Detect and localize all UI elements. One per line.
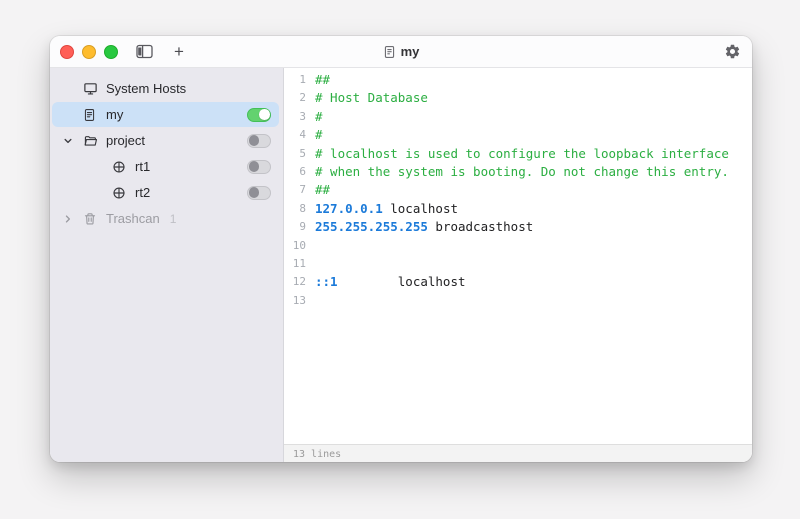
token-ip: 255.255.255.255	[315, 219, 428, 234]
token-plain: broadcasthost	[428, 219, 533, 234]
sidebar-item-project[interactable]: project	[52, 128, 279, 153]
app-window: + my System Hostsmyprojectrt	[50, 36, 752, 462]
sidebar-item-label: System Hosts	[106, 81, 186, 96]
editor-line[interactable]: 12::1 localhost	[284, 273, 752, 291]
close-button[interactable]	[60, 45, 74, 59]
window-content: System Hostsmyprojectrt1rt2Trashcan1 1##…	[50, 68, 752, 462]
editor-line[interactable]: 1 ##	[284, 71, 752, 89]
minimize-button[interactable]	[82, 45, 96, 59]
trashcan-count: 1	[170, 212, 177, 226]
hosts-enabled-toggle[interactable]	[247, 134, 271, 148]
line-content: # localhost is used to configure the loo…	[315, 145, 729, 163]
editor-line[interactable]: 11	[284, 255, 752, 273]
globe-icon	[112, 160, 129, 174]
token-comment: ##	[315, 182, 330, 197]
line-number: 3	[284, 108, 306, 126]
editor-line[interactable]: 8 127.0.0.1 localhost	[284, 200, 752, 218]
toggle-knob	[249, 187, 260, 198]
hosts-enabled-toggle[interactable]	[247, 160, 271, 174]
hosts-enabled-toggle[interactable]	[247, 108, 271, 122]
line-number: 9	[284, 218, 306, 236]
gear-icon	[724, 43, 741, 60]
line-number: 2	[284, 89, 306, 107]
window-title-group: my	[50, 36, 752, 67]
editor-line[interactable]: 13	[284, 292, 752, 310]
line-content: ##	[315, 181, 330, 199]
sidebar-item-my[interactable]: my	[52, 102, 279, 127]
editor-pane: 1##2# Host Database3#4#5# localhost is u…	[284, 68, 752, 462]
editor-line[interactable]: 2 # Host Database	[284, 89, 752, 107]
editor-line[interactable]: 7 ##	[284, 181, 752, 199]
document-icon	[383, 45, 396, 59]
token-comment: ##	[315, 72, 330, 87]
sidebar-item-trashcan[interactable]: Trashcan 1	[52, 206, 279, 231]
line-content: # Host Database	[315, 89, 428, 107]
chevron-right-icon[interactable]	[62, 213, 83, 225]
token-comment: # localhost is used to configure the loo…	[315, 146, 729, 161]
sidebar-item-rt2[interactable]: rt2	[52, 180, 279, 205]
token-comment: # Host Database	[315, 90, 428, 105]
globe-icon	[112, 186, 129, 200]
trash-icon	[83, 212, 100, 226]
editor-line[interactable]: 5 # localhost is used to configure the lo…	[284, 145, 752, 163]
settings-button[interactable]	[723, 42, 742, 61]
line-number: 4	[284, 126, 306, 144]
line-number: 1	[284, 71, 306, 89]
monitor-icon	[83, 81, 100, 96]
sidebar-item-rt1[interactable]: rt1	[52, 154, 279, 179]
line-number: 5	[284, 145, 306, 163]
fullscreen-button[interactable]	[104, 45, 118, 59]
statusbar: 13 lines	[284, 444, 752, 462]
sidebar-item-label: rt2	[135, 185, 150, 200]
line-content: #	[315, 126, 323, 144]
line-content: #	[315, 108, 323, 126]
token-ip: 127.0.0.1	[315, 201, 383, 216]
line-content: 255.255.255.255 broadcasthost	[315, 218, 533, 236]
line-number: 13	[284, 292, 306, 310]
token-plain: localhost	[383, 201, 458, 216]
line-content: # when the system is booting. Do not cha…	[315, 163, 729, 181]
token-ip: ::1	[315, 274, 338, 289]
line-number: 10	[284, 237, 306, 255]
line-content: ##	[315, 71, 330, 89]
line-number: 8	[284, 200, 306, 218]
sidebar-item-label: rt1	[135, 159, 150, 174]
sidebar-toggle-icon	[136, 44, 153, 59]
toggle-knob	[259, 109, 270, 120]
toggle-knob	[249, 135, 260, 146]
sidebar-item-system-hosts[interactable]: System Hosts	[52, 76, 279, 101]
add-hosts-button[interactable]: +	[170, 43, 188, 61]
token-comment: #	[315, 109, 323, 124]
toggle-knob	[249, 161, 260, 172]
sidebar-item-label: my	[106, 107, 123, 122]
editor-line[interactable]: 3#	[284, 108, 752, 126]
editor-lines[interactable]: 1##2# Host Database3#4#5# localhost is u…	[284, 68, 752, 444]
titlebar: + my	[50, 36, 752, 68]
sidebar-item-label: Trashcan	[106, 211, 160, 226]
sidebar: System Hosts my project rt1 rt2 Trashcan 1	[50, 68, 284, 462]
traffic-lights	[50, 45, 118, 59]
desktop-background: + my System Hostsmyprojectrt	[0, 0, 800, 519]
line-number: 7	[284, 181, 306, 199]
line-number: 6	[284, 163, 306, 181]
token-comment: #	[315, 127, 323, 142]
line-number: 11	[284, 255, 306, 273]
editor-line[interactable]: 10	[284, 237, 752, 255]
editor-line[interactable]: 6 # when the system is booting. Do not ch…	[284, 163, 752, 181]
line-content: ::1 localhost	[315, 273, 466, 291]
folder-icon	[83, 134, 100, 148]
sidebar-item-label: project	[106, 133, 145, 148]
toggle-sidebar-button[interactable]	[134, 43, 154, 61]
hosts-enabled-toggle[interactable]	[247, 186, 271, 200]
editor-line[interactable]: 4#	[284, 126, 752, 144]
chevron-down-icon[interactable]	[62, 135, 83, 147]
line-count-label: 13 lines	[293, 449, 341, 460]
window-title: my	[401, 44, 420, 59]
token-comment: # when the system is booting. Do not cha…	[315, 164, 729, 179]
line-content: 127.0.0.1 localhost	[315, 200, 458, 218]
line-number: 12	[284, 273, 306, 291]
token-plain: localhost	[338, 274, 466, 289]
editor-line[interactable]: 9 255.255.255.255 broadcasthost	[284, 218, 752, 236]
document-icon	[83, 108, 100, 122]
